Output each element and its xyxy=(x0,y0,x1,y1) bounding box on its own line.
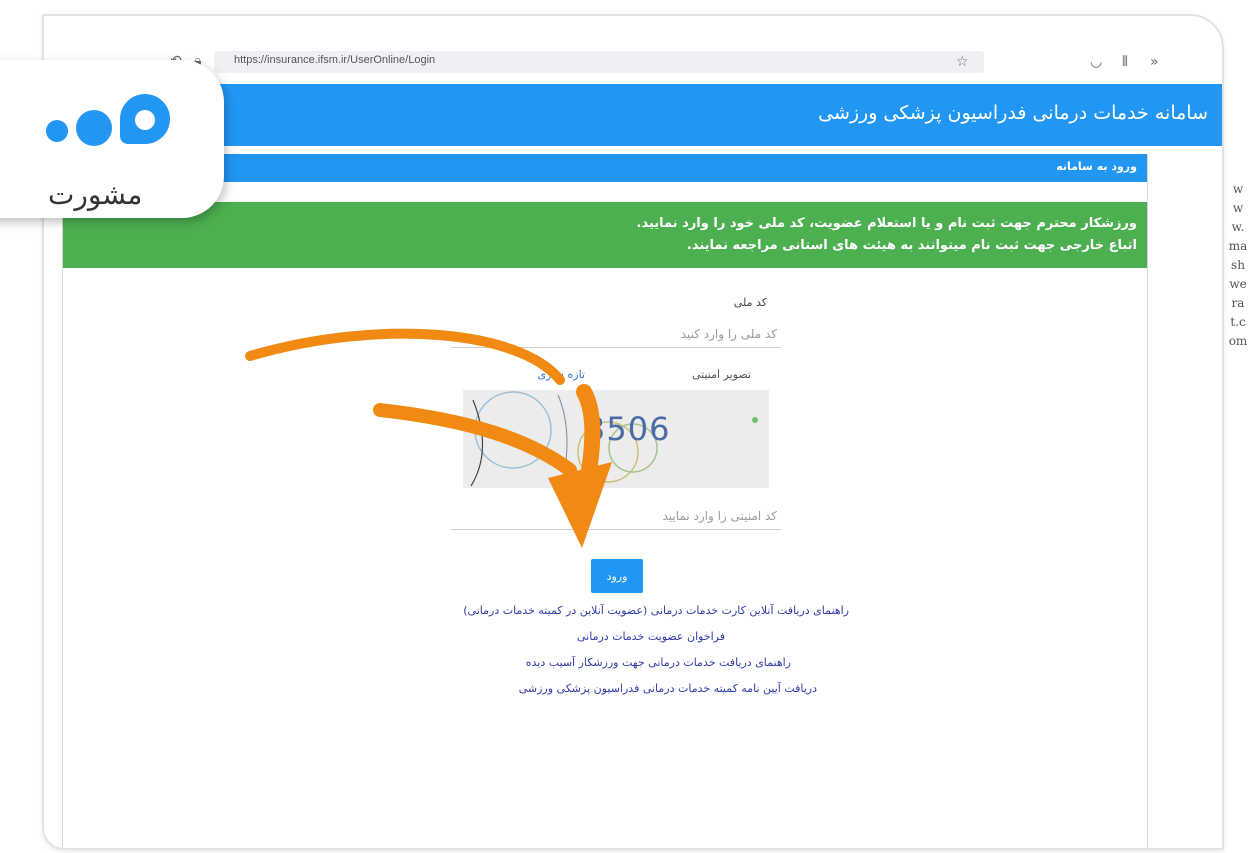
browser-toolbar: ⟲ 🔒︎ https://insurance.ifsm.ir/UserOnlin… xyxy=(44,16,1222,76)
link-online-card-guide[interactable]: راهنمای دریافت آنلاین کارت خدمات درمانی … xyxy=(463,604,849,617)
alert-line-2: اتباع خارجی جهت ثبت نام میتوانند به هیئت… xyxy=(686,238,1137,253)
login-button[interactable]: ورود xyxy=(591,559,643,593)
link-membership-call[interactable]: فراخوان عضویت خدمات درمانی xyxy=(577,630,725,643)
link-injured-athlete-guide[interactable]: راهنمای دریافت خدمات درمانی جهت ورزشکار … xyxy=(526,656,791,669)
library-icon[interactable]: ⫴ xyxy=(1122,54,1128,70)
info-alert: ورزشکار محترم جهت ثبت نام و یا استعلام ع… xyxy=(63,202,1147,268)
logo-dot-medium xyxy=(76,110,112,146)
overflow-chevron-icon[interactable]: » xyxy=(1150,54,1159,70)
mashwerat-logo-card: مشورت xyxy=(0,60,224,218)
captcha-image: 3506 xyxy=(463,390,769,488)
star-bookmark-icon[interactable]: ☆ xyxy=(956,54,969,70)
address-bar-url[interactable]: https://insurance.ifsm.ir/UserOnline/Log… xyxy=(234,54,435,66)
site-title: سامانه خدمات درمانی فدراسیون پزشکی ورزشی xyxy=(818,102,1208,124)
national-code-label: کد ملی xyxy=(733,296,767,309)
captcha-refresh-link[interactable]: تازه سازی xyxy=(538,368,585,381)
captcha-label: تصویر امنیتی xyxy=(692,368,751,381)
alert-line-1: ورزشکار محترم جهت ثبت نام و یا استعلام ع… xyxy=(636,216,1137,231)
link-regulations-download[interactable]: دریافت آیین نامه کمیته خدمات درمانی فدرا… xyxy=(519,682,817,695)
national-code-input[interactable] xyxy=(451,320,781,348)
login-panel: ورود به سامانه ورزشکار محترم جهت ثبت نام… xyxy=(62,154,1148,848)
panel-heading: ورود به سامانه xyxy=(1056,160,1137,173)
logo-dot-small xyxy=(46,120,68,142)
security-code-input[interactable] xyxy=(451,502,781,530)
panel-heading-bar: ورود به سامانه xyxy=(63,154,1147,182)
watermark-url: www.mashwerat.com xyxy=(1228,182,1248,348)
captcha-code: 3506 xyxy=(585,410,671,448)
pocket-icon[interactable]: ◡ xyxy=(1090,54,1102,70)
logo-dot-hole xyxy=(135,110,155,130)
logo-text: مشورت xyxy=(48,178,143,211)
